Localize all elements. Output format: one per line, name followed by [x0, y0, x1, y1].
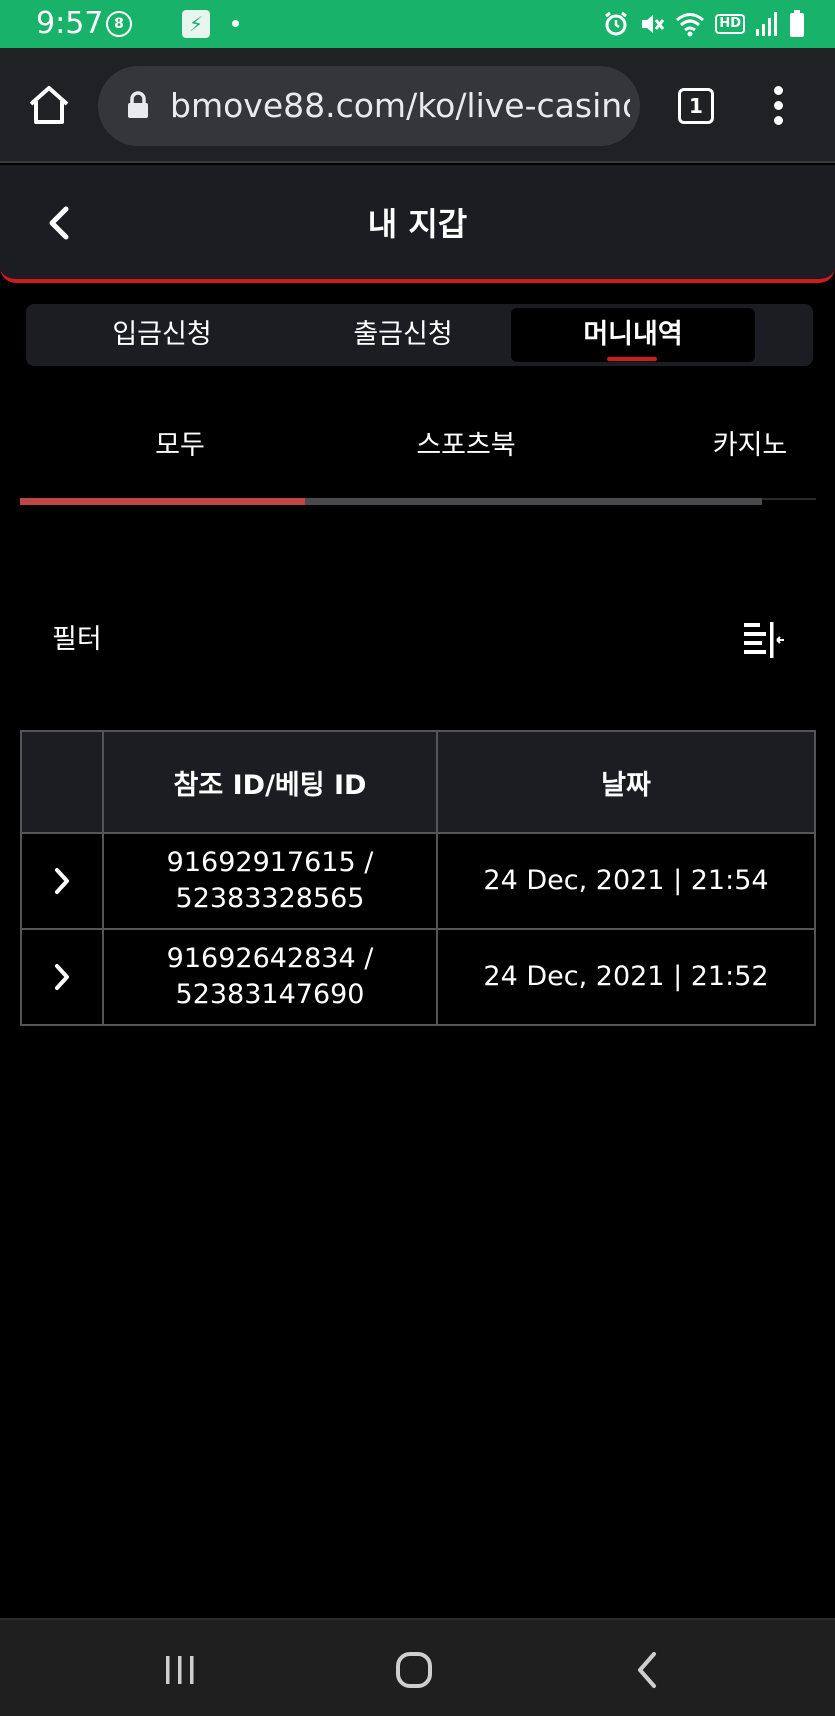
page-title: 내 지갑	[367, 205, 468, 243]
mute-icon	[642, 15, 665, 33]
address-bar[interactable]: bmove88.com/ko/live-casino	[98, 66, 640, 146]
tab-withdraw[interactable]: 출금신청	[281, 308, 525, 362]
chevron-right-icon	[55, 868, 69, 894]
home-nav-icon[interactable]	[392, 1648, 436, 1692]
expand-row-button[interactable]	[20, 928, 104, 1026]
home-icon[interactable]	[26, 82, 72, 128]
ref-id: 91692917615 /	[166, 847, 374, 878]
battery-icon	[790, 10, 804, 37]
expand-row-button[interactable]	[20, 832, 104, 930]
wifi-icon	[676, 13, 705, 37]
bet-id: 52383147690	[175, 979, 365, 1010]
recent-apps-icon[interactable]	[158, 1648, 202, 1692]
tab-all[interactable]: 모두	[80, 426, 280, 466]
tab-money-history[interactable]: 머니내역	[511, 308, 755, 362]
header-ref-id: 참조 ID/베팅 ID	[102, 730, 438, 834]
lock-icon	[128, 91, 148, 118]
status-time: 9:57	[36, 6, 104, 41]
table-row[interactable]: 91692642834 / 52383147690 24 Dec, 2021 |…	[20, 928, 816, 1026]
date-cell: 24 Dec, 2021 | 21:54	[436, 832, 816, 930]
system-navigation-bar	[0, 1618, 835, 1716]
app-header: 내 지갑	[0, 165, 835, 283]
header-expand	[20, 730, 104, 834]
header-date: 날짜	[436, 730, 816, 834]
tab-casino[interactable]: 카지노	[640, 426, 835, 466]
ref-id-cell: 91692917615 / 52383328565	[102, 832, 438, 930]
browser-toolbar: bmove88.com/ko/live-casino 1	[0, 48, 835, 163]
active-tab-indicator	[20, 498, 305, 505]
ref-id: 91692642834 /	[166, 943, 374, 974]
tab-sportsbook[interactable]: 스포츠북	[356, 426, 576, 466]
filter-toggle-icon[interactable]	[742, 620, 786, 660]
tab-deposit[interactable]: 입금신청	[40, 308, 284, 362]
bet-id: 52383328565	[175, 883, 365, 914]
hd-voice-icon: HD	[715, 14, 745, 34]
flash-icon: ⚡	[182, 10, 210, 38]
transaction-table: 참조 ID/베팅 ID 날짜 91692917615 / 52383328565…	[20, 730, 816, 1026]
wallet-tabs: 입금신청 출금신청 머니내역	[26, 304, 813, 366]
date-cell: 24 Dec, 2021 | 21:52	[436, 928, 816, 1026]
history-category-tabs: 모두 스포츠북 카지노	[20, 400, 816, 510]
alarm-icon	[605, 11, 628, 36]
status-icons: HD	[603, 10, 805, 38]
tab-switcher-button[interactable]: 1	[678, 88, 714, 124]
filter-label: 필터	[52, 624, 102, 655]
filter-row: 필터	[0, 610, 835, 670]
ref-id-cell: 91692642834 / 52383147690	[102, 928, 438, 1026]
table-header-row: 참조 ID/베팅 ID 날짜	[20, 730, 816, 834]
notification-count-icon: 8	[106, 11, 132, 37]
notification-dot-icon	[232, 20, 239, 27]
more-menu-icon[interactable]	[768, 86, 788, 126]
url-text: bmove88.com/ko/live-casino	[170, 86, 630, 125]
chevron-right-icon	[55, 964, 69, 990]
phone-screen: 9:57 8 ⚡ HD bmove88.com/ko/live-casino 1…	[0, 0, 835, 1716]
back-nav-icon[interactable]	[626, 1648, 670, 1692]
signal-icon	[756, 12, 777, 36]
table-row[interactable]: 91692917615 / 52383328565 24 Dec, 2021 |…	[20, 832, 816, 930]
status-bar: 9:57 8 ⚡ HD	[0, 0, 835, 48]
